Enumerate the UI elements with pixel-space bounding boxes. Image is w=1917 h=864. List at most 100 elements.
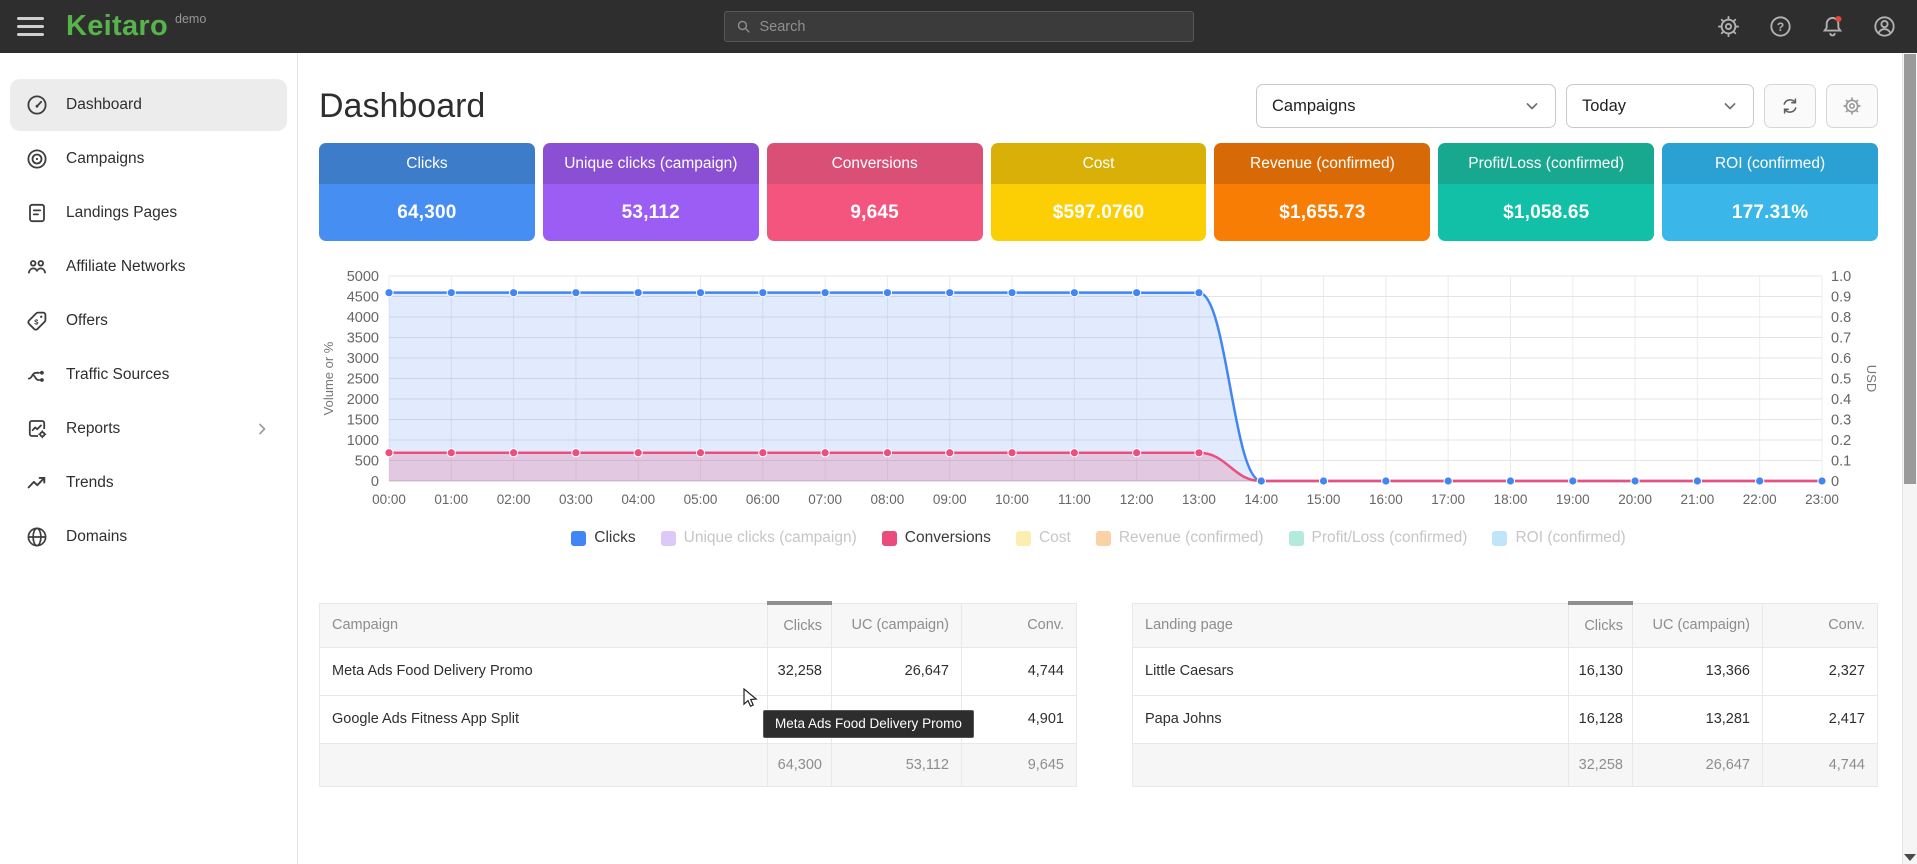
sidebar-item-label: Dashboard	[66, 96, 142, 114]
svg-text:11:00: 11:00	[1058, 492, 1091, 507]
legend-swatch	[882, 531, 897, 546]
chevron-right-icon	[252, 419, 272, 439]
svg-text:500: 500	[355, 454, 379, 470]
date-range-select[interactable]: Today	[1566, 84, 1754, 128]
legend-item-unique-clicks-campaign[interactable]: Unique clicks (campaign)	[661, 529, 857, 547]
column-header-landing-page[interactable]: Landing page	[1133, 603, 1569, 647]
sidebar-item-dashboard[interactable]: Dashboard	[10, 79, 287, 131]
scrollbar-thumb[interactable]	[1904, 54, 1916, 484]
total-value: 64,300	[768, 743, 832, 786]
svg-text:USD: USD	[1864, 365, 1878, 392]
svg-text:00:00: 00:00	[372, 492, 406, 507]
svg-text:0.4: 0.4	[1831, 392, 1851, 408]
svg-text:4500: 4500	[347, 290, 379, 306]
column-header-campaign[interactable]: Campaign	[320, 603, 768, 647]
column-header-uc-campaign[interactable]: UC (campaign)	[832, 603, 962, 647]
search-input[interactable]	[760, 19, 1193, 35]
campaigns-filter-value: Campaigns	[1272, 97, 1355, 116]
legend-label: Conversions	[905, 529, 991, 547]
column-header-conv[interactable]: Conv.	[962, 603, 1077, 647]
refresh-button[interactable]	[1764, 84, 1816, 128]
metric-label: ROI (confirmed)	[1662, 143, 1878, 184]
metric-card-profit-loss-confirmed[interactable]: Profit/Loss (confirmed)$1,058.65	[1438, 143, 1654, 241]
svg-text:1.0: 1.0	[1831, 269, 1851, 285]
svg-text:10:00: 10:00	[995, 492, 1029, 507]
logo-demo-badge: demo	[175, 12, 206, 26]
legend-item-cost[interactable]: Cost	[1016, 529, 1071, 547]
svg-text:0.3: 0.3	[1831, 413, 1851, 429]
account-icon[interactable]	[1872, 14, 1897, 39]
svg-text:0.9: 0.9	[1831, 290, 1851, 306]
metric-card-revenue-confirmed[interactable]: Revenue (confirmed)$1,655.73	[1214, 143, 1430, 241]
sidebar-item-landings-pages[interactable]: Landings Pages	[10, 187, 287, 239]
sidebar-item-domains[interactable]: Domains	[10, 511, 287, 563]
legend-item-clicks[interactable]: Clicks	[571, 529, 635, 547]
metric-card-clicks[interactable]: Clicks64,300	[319, 143, 535, 241]
scrollbar-down-arrow[interactable]	[1904, 854, 1916, 861]
metric-card-conversions[interactable]: Conversions9,645	[767, 143, 983, 241]
svg-text:14:00: 14:00	[1244, 492, 1278, 507]
menu-hamburger-icon[interactable]	[17, 12, 44, 41]
sidebar-item-traffic-sources[interactable]: Traffic Sources	[10, 349, 287, 401]
cell-value: 4,901	[962, 695, 1077, 743]
legend-item-conversions[interactable]: Conversions	[882, 529, 991, 547]
total-value: 53,112	[832, 743, 962, 786]
global-search[interactable]	[724, 11, 1194, 42]
sidebar-item-label: Traffic Sources	[66, 366, 169, 384]
trend-up-icon	[25, 471, 49, 495]
svg-text:0.1: 0.1	[1831, 454, 1851, 470]
help-icon[interactable]: ?	[1768, 14, 1793, 39]
sidebar-item-label: Landings Pages	[66, 204, 177, 222]
sidebar-item-trends[interactable]: Trends	[10, 457, 287, 509]
row-tooltip: Meta Ads Food Delivery Promo	[763, 710, 974, 738]
chart-settings-button[interactable]	[1826, 84, 1878, 128]
metric-card-roi-confirmed[interactable]: ROI (confirmed)177.31%	[1662, 143, 1878, 241]
legend-label: Profit/Loss (confirmed)	[1312, 529, 1468, 547]
sidebar-item-campaigns[interactable]: Campaigns	[10, 133, 287, 185]
column-header-conv[interactable]: Conv.	[1763, 603, 1878, 647]
column-header-clicks[interactable]: Clicks	[768, 603, 832, 647]
metric-card-unique-clicks-campaign[interactable]: Unique clicks (campaign)53,112	[543, 143, 759, 241]
metric-label: Profit/Loss (confirmed)	[1438, 143, 1654, 184]
svg-text:18:00: 18:00	[1494, 492, 1528, 507]
settings-gear-icon[interactable]	[1716, 14, 1741, 39]
legend-label: Cost	[1039, 529, 1071, 547]
svg-text:03:00: 03:00	[559, 492, 593, 507]
svg-text:4000: 4000	[347, 310, 379, 326]
legend-item-profit-loss-confirmed[interactable]: Profit/Loss (confirmed)	[1289, 529, 1468, 547]
svg-text:05:00: 05:00	[684, 492, 718, 507]
legend-item-revenue-confirmed[interactable]: Revenue (confirmed)	[1096, 529, 1264, 547]
legend-label: Unique clicks (campaign)	[684, 529, 857, 547]
sidebar-item-affiliate-networks[interactable]: Affiliate Networks	[10, 241, 287, 293]
price-tag-icon: $	[25, 309, 49, 333]
legend-item-roi-confirmed[interactable]: ROI (confirmed)	[1492, 529, 1625, 547]
sidebar-item-reports[interactable]: Reports	[10, 403, 287, 455]
svg-text:13:00: 13:00	[1182, 492, 1216, 507]
svg-text:0.2: 0.2	[1831, 433, 1851, 449]
table-row[interactable]: Meta Ads Food Delivery Promo32,25826,647…	[320, 647, 1077, 695]
topbar-icons: ?	[1716, 14, 1897, 39]
svg-text:0.6: 0.6	[1831, 351, 1851, 367]
total-value: 9,645	[962, 743, 1077, 786]
column-header-uc-campaign[interactable]: UC (campaign)	[1633, 603, 1763, 647]
metric-value: $1,058.65	[1438, 184, 1654, 241]
column-header-clicks[interactable]: Clicks	[1569, 603, 1633, 647]
metric-card-cost[interactable]: Cost$597.0760	[991, 143, 1207, 241]
cell-value: 13,281	[1633, 695, 1763, 743]
svg-text:5000: 5000	[347, 269, 379, 285]
page-title: Dashboard	[319, 87, 485, 126]
svg-text:08:00: 08:00	[871, 492, 905, 507]
sidebar: Dashboard Campaigns Landings Pages Affiliat…	[0, 53, 298, 864]
metric-value: $1,655.73	[1214, 184, 1430, 241]
table-row[interactable]: Little Caesars16,13013,3662,327	[1133, 647, 1878, 695]
metric-cards: Clicks64,300Unique clicks (campaign)53,1…	[319, 143, 1878, 241]
cell-value: 2,327	[1763, 647, 1878, 695]
campaigns-filter-select[interactable]: Campaigns	[1256, 84, 1556, 128]
svg-text:15:00: 15:00	[1307, 492, 1341, 507]
notifications-bell-icon[interactable]	[1820, 14, 1845, 39]
sidebar-item-offers[interactable]: $Offers	[10, 295, 287, 347]
dashboard-gauge-icon	[25, 93, 49, 117]
table-row[interactable]: Papa Johns16,12813,2812,417	[1133, 695, 1878, 743]
svg-text:3000: 3000	[347, 351, 379, 367]
sidebar-item-label: Affiliate Networks	[66, 258, 185, 276]
